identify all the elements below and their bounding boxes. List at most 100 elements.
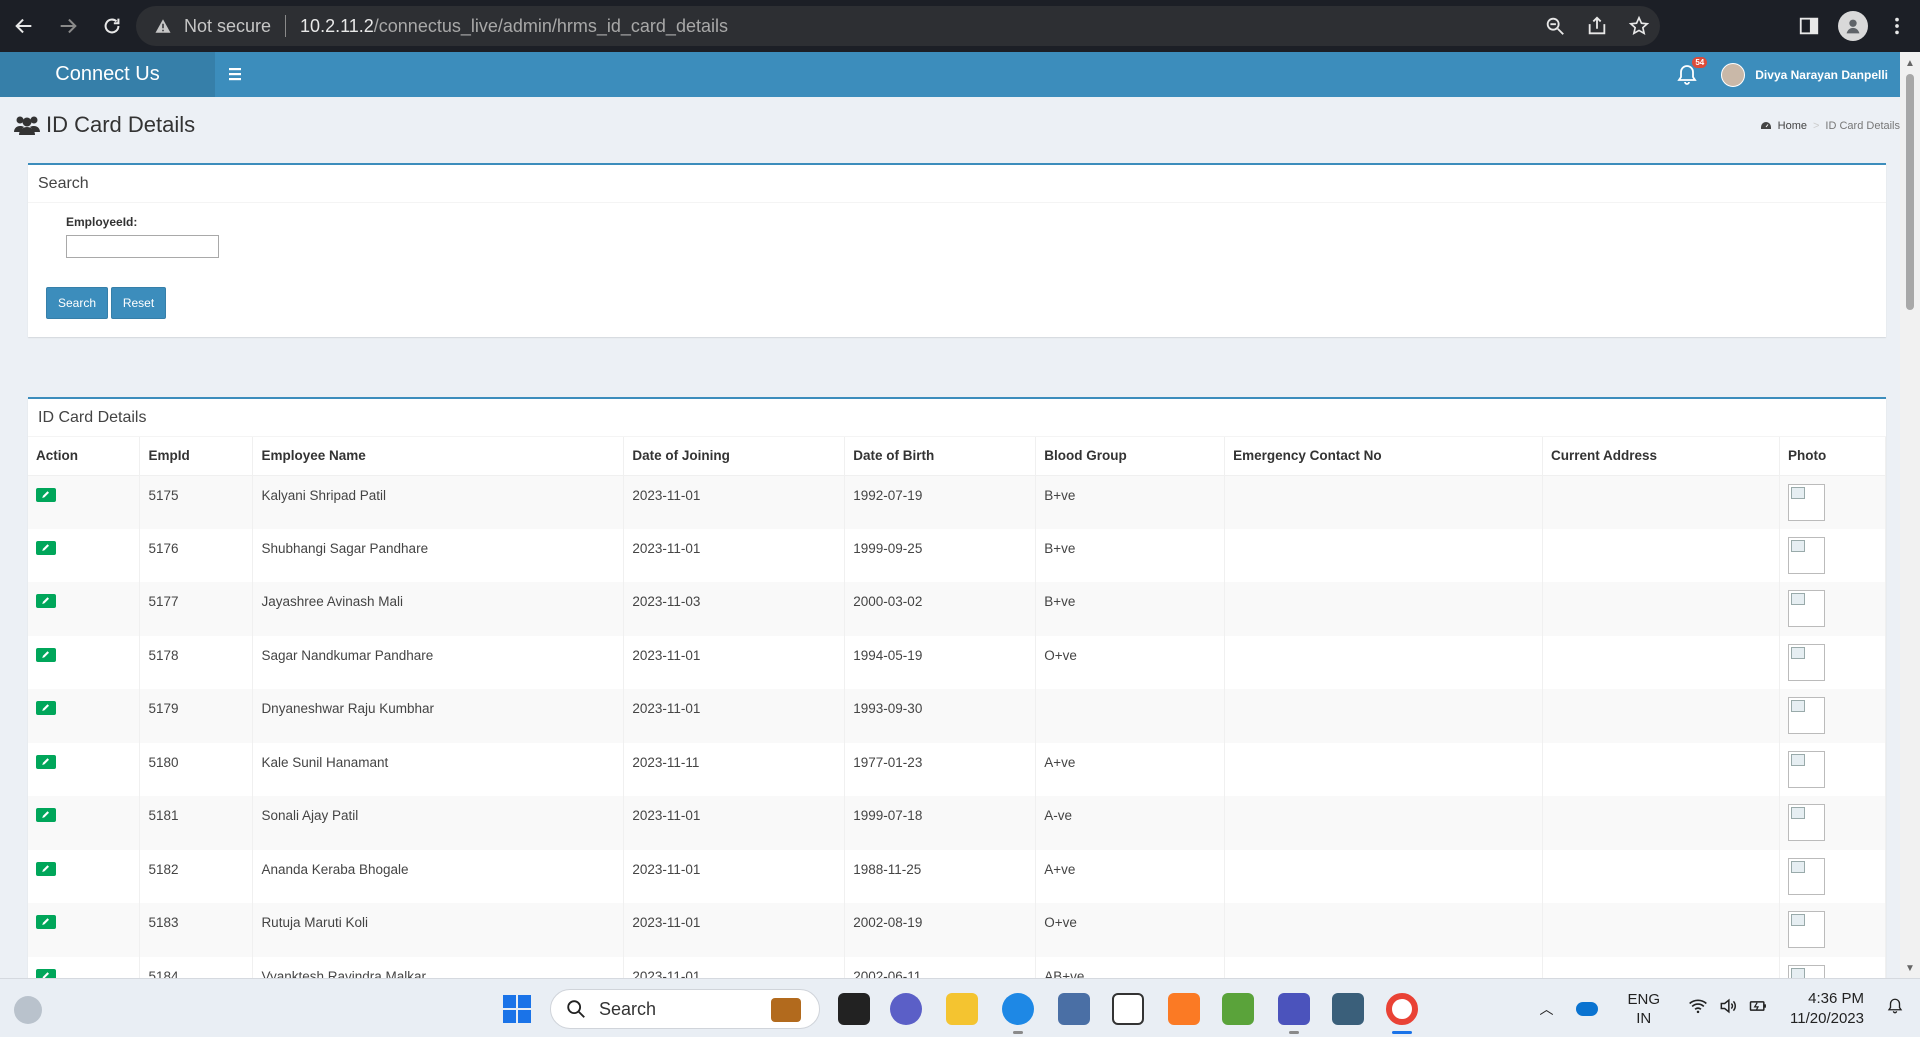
battery-icon[interactable] — [1748, 996, 1768, 1021]
scroll-down-arrow-icon[interactable]: ▼ — [1905, 963, 1915, 974]
cell-current-address — [1542, 796, 1780, 850]
employee-photo[interactable] — [1787, 804, 1825, 841]
edit-icon[interactable] — [36, 647, 56, 662]
pencil-icon — [42, 597, 49, 604]
notification-bell-icon[interactable] — [1886, 997, 1904, 1020]
notepad-app-icon[interactable] — [1222, 993, 1254, 1025]
breadcrumb: Home > ID Card Details — [1760, 120, 1900, 132]
cell-current-address — [1542, 689, 1780, 743]
employee-photo[interactable] — [1787, 590, 1825, 627]
meet-app-icon[interactable] — [890, 993, 922, 1025]
xampp-icon[interactable] — [1168, 993, 1200, 1025]
reload-icon — [104, 18, 120, 34]
start-menu-icon[interactable] — [503, 995, 531, 1023]
edit-icon[interactable] — [36, 701, 56, 715]
employee-photo[interactable] — [1787, 857, 1825, 895]
page-title: ID Card Details — [14, 112, 195, 138]
task-view-icon[interactable] — [838, 993, 870, 1025]
file-explorer-icon[interactable] — [946, 993, 978, 1025]
scroll-up-arrow-icon[interactable]: ▲ — [1905, 58, 1915, 69]
column-header-employee-name[interactable]: Employee Name — [252, 437, 625, 476]
side-panel-icon[interactable] — [1798, 15, 1820, 37]
employee-photo[interactable] — [1787, 697, 1825, 734]
onedrive-icon[interactable] — [1575, 1001, 1598, 1016]
chrome-icon[interactable] — [1386, 993, 1418, 1025]
column-header-empid[interactable]: EmpId — [139, 437, 254, 476]
employee-photo[interactable] — [1787, 643, 1825, 681]
clock[interactable]: 4:36 PM 11/20/2023 — [1790, 989, 1864, 1029]
employee-id-input[interactable] — [66, 235, 219, 258]
column-header-action[interactable]: Action — [28, 437, 141, 476]
edit-icon[interactable] — [36, 487, 56, 502]
column-header-date-of-birth[interactable]: Date of Birth — [844, 437, 1037, 476]
remote-app-icon[interactable] — [1332, 993, 1364, 1025]
pencil-icon — [42, 811, 49, 818]
column-header-blood-group[interactable]: Blood Group — [1035, 437, 1226, 476]
share-icon[interactable] — [1586, 15, 1608, 37]
more-vert-icon[interactable] — [1886, 15, 1908, 37]
column-header-photo[interactable]: Photo — [1779, 437, 1886, 476]
taskbar-search-box[interactable]: Search — [550, 989, 820, 1029]
cell-photo — [1779, 475, 1886, 529]
clock-time: 4:36 PM — [1808, 989, 1864, 1007]
notifications-button[interactable]: 54 — [1675, 56, 1708, 87]
app-logo[interactable]: Connect Us — [0, 52, 215, 97]
cell-employee-name: Rutuja Maruti Koli — [252, 903, 625, 957]
search-button[interactable]: Search — [46, 287, 108, 319]
edit-icon[interactable] — [36, 594, 56, 608]
widgets-icon[interactable] — [14, 996, 42, 1024]
network-app-icon[interactable] — [1058, 993, 1090, 1025]
phone-app-icon[interactable] — [1002, 993, 1034, 1025]
cell-current-address — [1542, 475, 1780, 529]
back-button[interactable] — [4, 6, 44, 46]
user-name[interactable]: Divya Narayan Danpelli — [1755, 68, 1888, 82]
breadcrumb-home[interactable]: Home — [1778, 120, 1807, 132]
edit-icon[interactable] — [36, 754, 56, 769]
page-scrollbar[interactable]: ▲ ▼ — [1900, 52, 1920, 978]
cell-date-of-joining: 2023-11-11 — [623, 742, 846, 796]
column-header-current-address[interactable]: Current Address — [1542, 437, 1780, 476]
volume-glyph — [1720, 998, 1736, 1014]
vnc-viewer-icon[interactable] — [1112, 993, 1144, 1025]
scroll-thumb[interactable] — [1906, 74, 1914, 310]
employee-photo[interactable] — [1787, 911, 1825, 948]
language-indicator[interactable]: ENG IN — [1628, 990, 1661, 1028]
edit-icon[interactable] — [36, 915, 56, 929]
cell-current-address — [1542, 528, 1780, 582]
column-header-date-of-joining[interactable]: Date of Joining — [623, 437, 846, 476]
notification-count-badge: 54 — [1692, 56, 1708, 68]
chevron-up-icon[interactable]: ︿ — [1540, 999, 1554, 1019]
reload-button[interactable] — [92, 6, 132, 46]
column-header-emergency-contact[interactable]: Emergency Contact No — [1224, 437, 1544, 476]
employee-photo[interactable] — [1787, 536, 1825, 574]
user-avatar[interactable] — [1721, 62, 1746, 87]
edit-icon[interactable] — [36, 808, 56, 822]
volume-icon[interactable] — [1718, 996, 1738, 1021]
cell-blood-group: O+ve — [1035, 903, 1226, 957]
reset-button[interactable]: Reset — [111, 287, 166, 319]
teams-icon[interactable] — [1278, 993, 1310, 1025]
table-panel-title: ID Card Details — [28, 399, 1886, 437]
edit-icon[interactable] — [36, 540, 56, 555]
cell-action — [28, 796, 141, 850]
menu-toggle-icon[interactable] — [226, 64, 246, 84]
address-bar[interactable]: Not secure 10.2.11.2/connectus_live/admi… — [136, 6, 1660, 46]
employee-photo[interactable] — [1787, 483, 1825, 521]
pencil-icon — [42, 864, 49, 872]
employee-photo[interactable] — [1787, 750, 1825, 788]
star-icon[interactable] — [1628, 15, 1650, 37]
edit-icon[interactable] — [36, 861, 56, 876]
profile-avatar[interactable] — [1838, 11, 1868, 41]
cell-date-of-birth: 2000-03-02 — [844, 582, 1037, 636]
briefcase-icon — [771, 998, 801, 1022]
forward-button[interactable] — [48, 6, 88, 46]
url-host: 10.2.11.2 — [300, 15, 374, 36]
employee-id-label: EmployeeId: — [66, 215, 138, 229]
cell-blood-group: B+ve — [1035, 582, 1226, 636]
wifi-icon[interactable] — [1688, 996, 1708, 1021]
cell-date-of-birth: 1999-09-25 — [844, 528, 1037, 582]
cell-current-address — [1542, 742, 1780, 796]
teams-running-indicator — [1289, 1031, 1299, 1034]
zoom-icon[interactable] — [1544, 15, 1566, 37]
cell-empid: 5182 — [139, 849, 254, 903]
